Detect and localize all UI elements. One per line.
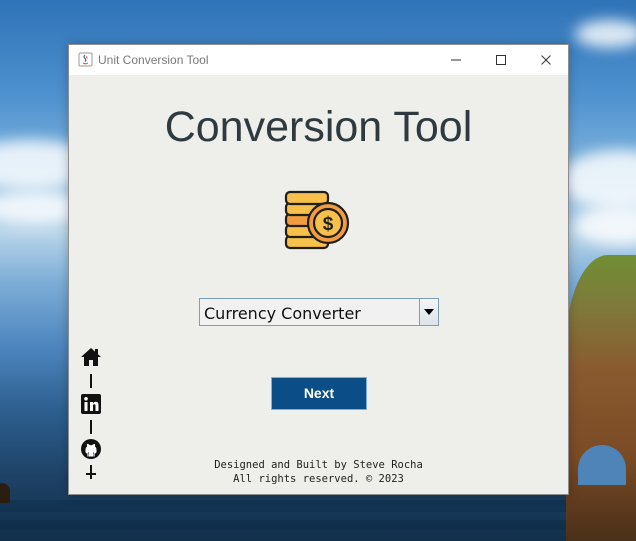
wallpaper-wave [0,520,636,530]
svg-text:$: $ [323,214,334,235]
close-icon [541,55,551,65]
converter-select-value: Currency Converter [204,304,361,323]
footer-credit: Designed and Built by Steve Rocha [214,459,423,471]
separator-line [90,374,92,388]
home-icon[interactable] [80,346,102,368]
close-button[interactable] [523,45,569,75]
dropdown-arrow-button[interactable] [419,299,438,325]
coin-stack-dollar-icon: $ [284,190,350,250]
maximize-button[interactable] [478,45,524,75]
next-button[interactable]: Next [271,377,367,410]
github-icon[interactable] [80,438,102,460]
wallpaper-wave [0,500,636,512]
minimize-button[interactable] [433,45,479,75]
app-window: Unit Conversion Tool Conversion Tool $ C… [68,44,569,495]
wallpaper-cloud [575,20,636,48]
java-app-icon [78,52,93,67]
converter-select[interactable]: Currency Converter [199,298,439,326]
linkedin-icon[interactable] [80,393,102,415]
maximize-icon [496,55,506,65]
title-bar[interactable]: Unit Conversion Tool [69,45,568,75]
chevron-down-icon [424,309,434,315]
wallpaper-rock [0,483,10,503]
footer-copyright: All rights reserved. © 2023 [233,473,404,485]
separator-line [90,420,92,434]
wallpaper-cliff [566,255,636,541]
minimize-icon [451,59,461,61]
window-title: Unit Conversion Tool [98,53,209,67]
page-title: Conversion Tool [164,103,473,151]
wallpaper-cloud [560,150,636,210]
wallpaper-cloud [575,205,636,245]
wallpaper-arch [578,445,626,485]
